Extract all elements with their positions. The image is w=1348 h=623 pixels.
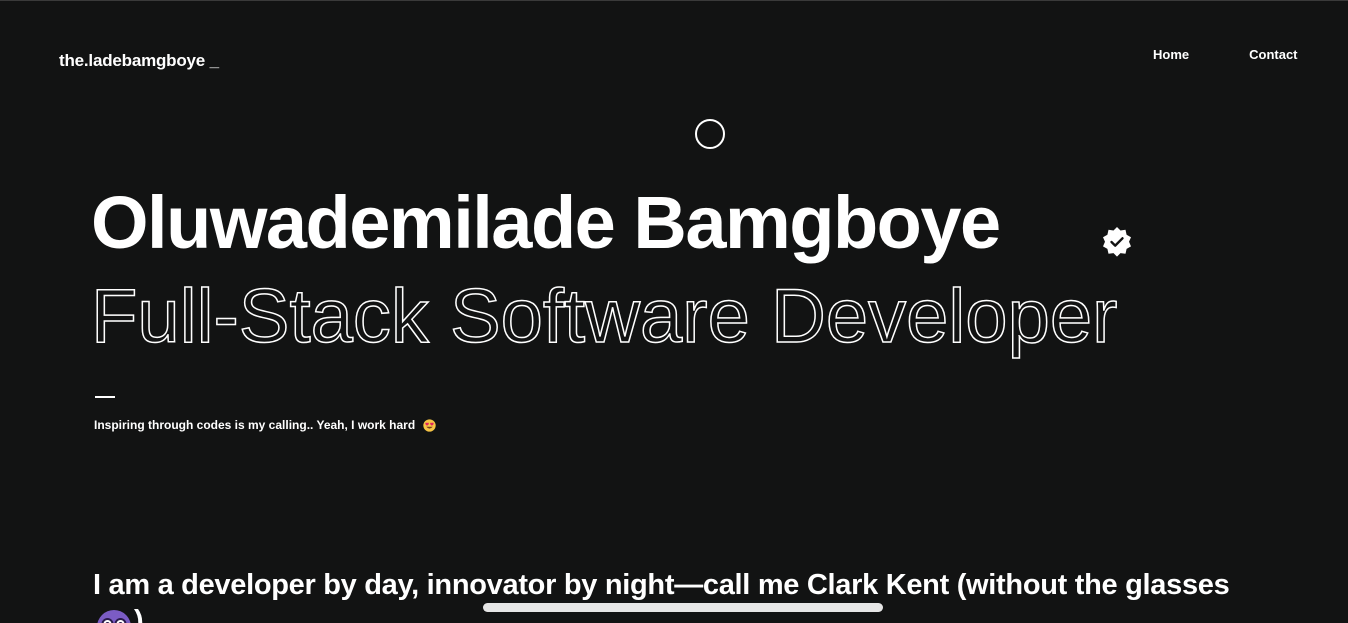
hero-tagline-text: Inspiring through codes is my calling.. … xyxy=(94,418,416,432)
top-border xyxy=(0,0,1348,1)
custom-cursor-ring xyxy=(695,119,725,149)
verified-badge-icon xyxy=(1103,227,1131,257)
nav-contact-link[interactable]: Contact xyxy=(1236,47,1310,62)
main-nav: Home Contact xyxy=(1140,47,1311,62)
nerd-face-emoji-icon xyxy=(97,610,131,623)
hero-name: Oluwademilade Bamgboye xyxy=(91,181,1001,264)
nav-home-link[interactable]: Home xyxy=(1140,47,1202,62)
site-logo[interactable]: the.ladebamgboye _ xyxy=(59,51,219,71)
intro-paragraph: I am a developer by day, innovator by ni… xyxy=(93,569,1230,601)
divider-dash xyxy=(95,396,115,398)
hero-role: Full-Stack Software Developer xyxy=(90,274,1118,359)
heart-eyes-emoji-icon xyxy=(422,419,436,433)
horizontal-scrollbar[interactable] xyxy=(483,603,883,612)
intro-trailing: ) xyxy=(134,605,144,623)
page: the.ladebamgboye _ Home Contact Oluwadem… xyxy=(0,0,1348,623)
hero-tagline: Inspiring through codes is my calling.. … xyxy=(94,418,436,433)
